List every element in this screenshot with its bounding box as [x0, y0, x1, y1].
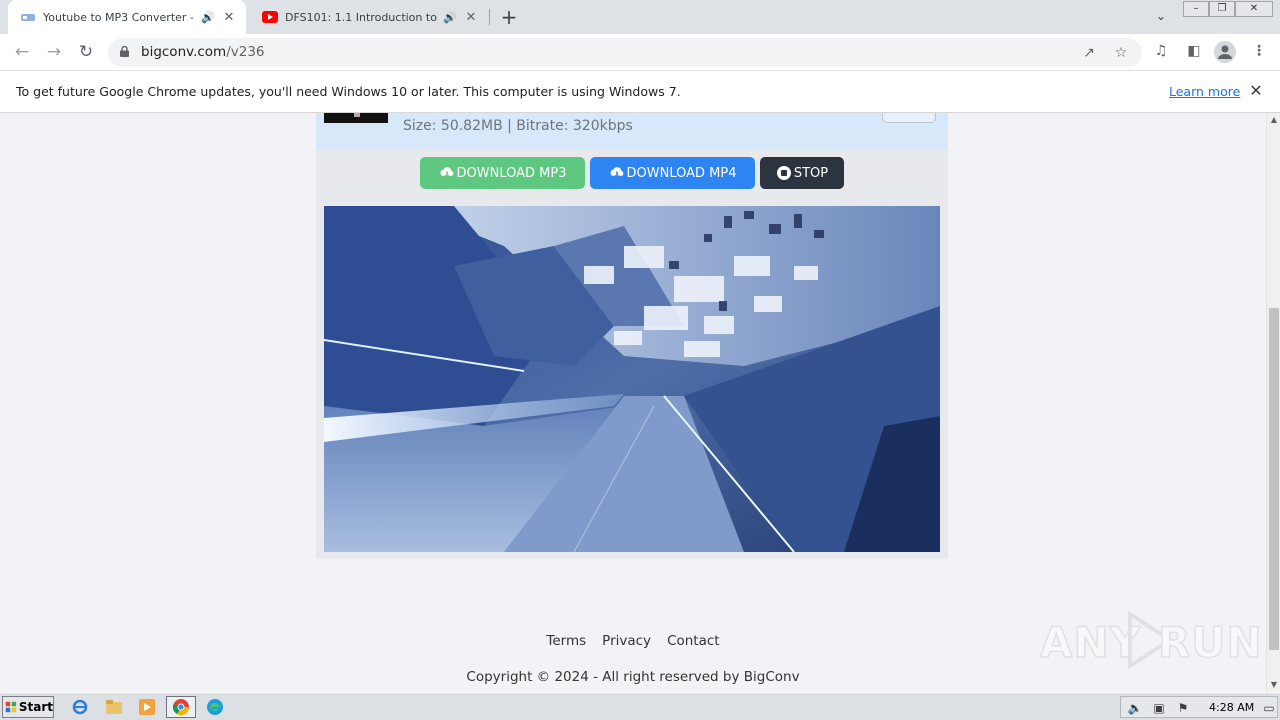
lock-icon	[120, 46, 129, 57]
clock[interactable]: 4:28 AM	[1209, 701, 1254, 714]
vertical-scrollbar[interactable]: ▲ ▼	[1266, 113, 1280, 692]
size-bitrate-text: Size: 50.82MB | Bitrate: 320kbps	[403, 118, 633, 134]
watermark-right: RUN	[1157, 617, 1263, 668]
tab-dfs101[interactable]: DFS101: 1.1 Introduction to dig 🔊 ✕	[250, 0, 486, 34]
youtube-logo-icon	[262, 11, 278, 23]
system-tray: 🔈 ▣ ⚑ 4:28 AM ▭	[1120, 696, 1278, 718]
result-info: Size: 50.82MB | Bitrate: 320kbps	[316, 113, 948, 149]
media-control-icon[interactable]: ♫	[1150, 40, 1172, 62]
learn-more-link[interactable]: Learn more	[1169, 84, 1240, 99]
file-explorer-icon[interactable]	[101, 696, 127, 718]
network-icon[interactable]: ▣	[1151, 700, 1167, 716]
tab-strip: Youtube to MP3 Converter - Fre 🔊 ✕ DFS10…	[0, 0, 1280, 34]
windows-logo-icon	[5, 701, 17, 713]
stop-circle-icon	[776, 166, 791, 180]
chrome-icon[interactable]	[166, 696, 196, 718]
show-desktop-icon[interactable]: ▭	[1261, 700, 1277, 716]
screen: Youtube to MP3 Converter - Fre 🔊 ✕ DFS10…	[0, 0, 1280, 720]
internet-explorer-icon[interactable]	[67, 696, 93, 718]
privacy-link[interactable]: Privacy	[602, 633, 651, 649]
reload-icon[interactable]: ↻	[74, 40, 98, 64]
url-path: /v236	[226, 44, 265, 60]
share-icon[interactable]: ↗	[1079, 43, 1099, 63]
browser-toolbar: ← → ↻ bigconv.com/v236 ↗ ☆	[0, 34, 1280, 71]
stop-button[interactable]: STOP	[760, 157, 844, 189]
infobar-message: To get future Google Chrome updates, you…	[16, 84, 681, 99]
tab-title: DFS101: 1.1 Introduction to dig	[285, 10, 437, 24]
stop-label: STOP	[793, 165, 829, 181]
speaker-icon[interactable]: 🔊	[201, 11, 215, 24]
scroll-down-icon[interactable]: ▼	[1267, 678, 1280, 692]
video-thumbnail	[324, 113, 388, 123]
action-center-flag-icon[interactable]: ⚑	[1175, 700, 1191, 716]
download-mp4-button[interactable]: DOWNLOAD MP4	[590, 157, 755, 189]
star-icon[interactable]: ☆	[1111, 43, 1131, 63]
chevron-down-icon[interactable]: ⌄	[1152, 6, 1170, 26]
speaker-icon[interactable]: 🔊	[443, 11, 457, 24]
anyrun-watermark: ANY RUN	[1039, 606, 1262, 676]
person-icon	[1218, 45, 1232, 59]
update-infobar: To get future Google Chrome updates, you…	[0, 71, 1280, 113]
scroll-up-icon[interactable]: ▲	[1267, 113, 1280, 127]
url-text: bigconv.com/v236	[141, 44, 265, 60]
cloud-download-icon	[440, 167, 453, 180]
contact-link[interactable]: Contact	[667, 633, 720, 649]
edge-icon[interactable]	[202, 696, 228, 718]
media-player-icon[interactable]	[134, 696, 160, 718]
new-tab-button[interactable]: +	[499, 4, 519, 30]
profile-avatar-icon[interactable]	[1214, 41, 1236, 63]
side-panel-icon[interactable]: ◧	[1183, 40, 1205, 62]
cloud-download-icon	[610, 167, 623, 180]
bigconv-logo-icon	[21, 14, 35, 21]
scrollbar-thumb[interactable]	[1269, 308, 1279, 650]
restore-icon[interactable]: ❐	[1209, 1, 1235, 17]
menu-kebab-icon[interactable]: ⋮	[1248, 40, 1270, 62]
download-mp3-button[interactable]: DOWNLOAD MP3	[420, 157, 585, 189]
converter-card: Size: 50.82MB | Bitrate: 320kbps DOWNLOA…	[316, 113, 948, 559]
minimize-icon[interactable]: –	[1183, 1, 1209, 17]
start-button[interactable]: Start	[2, 696, 54, 718]
download-mp4-label: DOWNLOAD MP4	[626, 165, 737, 181]
terms-link[interactable]: Terms	[546, 633, 586, 649]
address-bar[interactable]: bigconv.com/v236 ↗ ☆	[108, 38, 1142, 67]
back-arrow-icon[interactable]: ←	[10, 40, 34, 64]
tab-title: Youtube to MP3 Converter - Fre	[43, 10, 195, 24]
close-tab-icon[interactable]: ✕	[463, 10, 479, 25]
tab-youtube-to-mp3[interactable]: Youtube to MP3 Converter - Fre 🔊 ✕	[8, 0, 246, 34]
close-icon[interactable]: ✕	[1248, 81, 1264, 100]
windows-taskbar: Start 🔈 ▣ ⚑ 4:28 AM ▭	[0, 692, 1280, 720]
quality-select[interactable]	[882, 113, 936, 123]
speaker-icon[interactable]: 🔈	[1127, 700, 1143, 716]
close-tab-icon[interactable]: ✕	[221, 10, 237, 25]
start-label: Start	[18, 700, 53, 714]
video-player[interactable]	[324, 206, 940, 552]
url-host: bigconv.com	[141, 44, 227, 60]
download-mp3-label: DOWNLOAD MP3	[456, 165, 567, 181]
close-window-icon[interactable]: ✕	[1235, 1, 1273, 17]
tab-separator	[489, 9, 490, 25]
forward-arrow-icon[interactable]: →	[42, 40, 66, 64]
